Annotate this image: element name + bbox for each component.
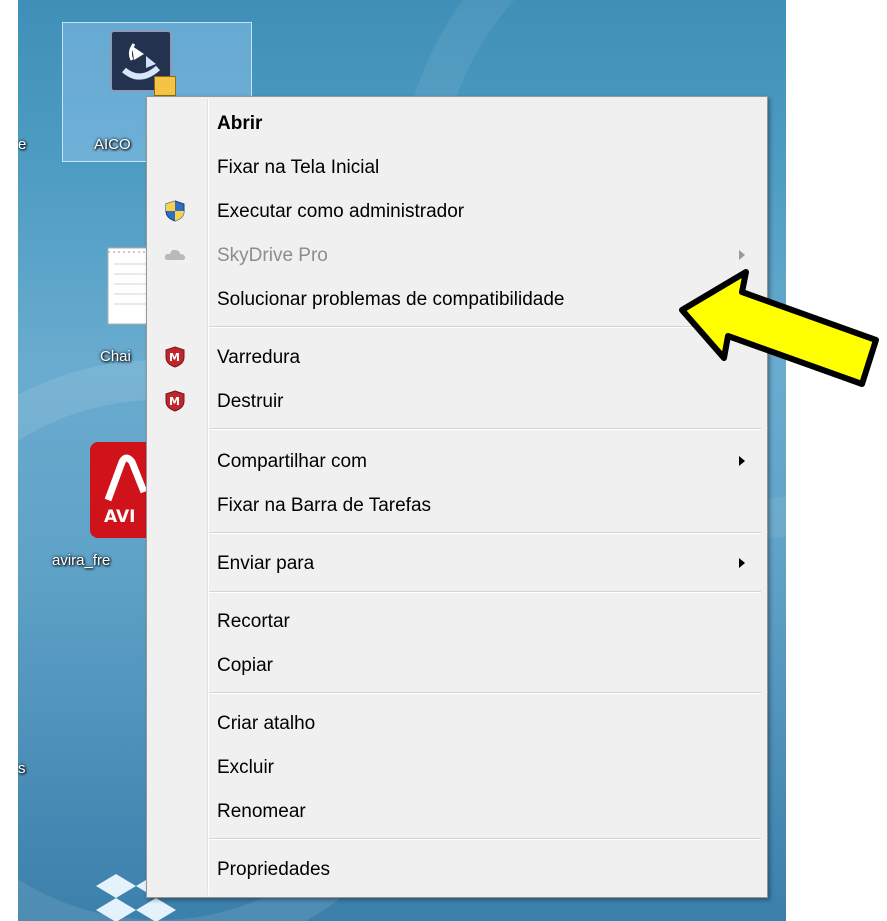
shortcut-overlay-icon [154,76,176,96]
menu-item-destruir[interactable]: M Destruir [147,383,767,419]
menu-item-abrir[interactable]: Abrir [147,105,767,141]
menu-item-label: Solucionar problemas de compatibilidade [217,289,565,310]
menu-item-label: Destruir [217,391,284,412]
menu-separator [209,591,761,593]
mcafee-shield-icon: M [165,390,185,412]
menu-item-fixar-tela-inicial[interactable]: Fixar na Tela Inicial [147,149,767,185]
context-menu: Abrir Fixar na Tela Inicial Executar com… [146,96,768,898]
menu-item-excluir[interactable]: Excluir [147,749,767,785]
menu-item-label: Copiar [217,655,273,676]
desktop-edge-label: e [18,136,27,153]
menu-item-solucionar-problemas[interactable]: Solucionar problemas de compatibilidade [147,281,767,317]
submenu-arrow-icon [739,558,745,568]
svg-text:AVI: AVI [104,507,136,527]
menu-item-label: Renomear [217,801,306,822]
menu-separator [209,532,761,534]
skydrive-cloud-icon [164,249,185,260]
submenu-arrow-icon [739,456,745,466]
menu-item-compartilhar-com[interactable]: Compartilhar com [147,443,767,479]
desktop-icon-label: AICO [94,136,131,153]
svg-text:M: M [169,351,180,364]
menu-item-skydrive-pro[interactable]: SkyDrive Pro [147,237,767,273]
menu-item-label: Criar atalho [217,713,316,734]
menu-separator [209,692,761,694]
menu-item-copiar[interactable]: Copiar [147,647,767,683]
svg-text:M: M [169,395,180,408]
uac-shield-icon [165,200,185,222]
yellow-arrow-icon [679,269,879,387]
mcafee-shield-icon: M [165,346,185,368]
menu-item-criar-atalho[interactable]: Criar atalho [147,705,767,741]
menu-item-renomear[interactable]: Renomear [147,793,767,829]
desktop-icon-label: avira_fre [52,552,111,569]
menu-item-fixar-barra-tarefas[interactable]: Fixar na Barra de Tarefas [147,487,767,523]
desktop-edge-label: s [18,760,26,777]
submenu-arrow-icon [739,250,745,260]
menu-item-label: Fixar na Tela Inicial [217,157,380,178]
menu-separator [209,838,761,840]
menu-item-label: SkyDrive Pro [217,245,328,266]
menu-item-label: Recortar [217,611,290,632]
menu-item-label: Varredura [217,347,301,368]
menu-item-label: Fixar na Barra de Tarefas [217,495,432,516]
menu-item-label: Excluir [217,757,275,778]
menu-item-propriedades[interactable]: Propriedades [147,851,767,887]
menu-item-label: Enviar para [217,553,315,574]
desktop-icon-label: Chai [100,348,131,365]
menu-item-label: Propriedades [217,859,331,880]
menu-item-varredura[interactable]: M Varredura [147,339,767,375]
menu-item-enviar-para[interactable]: Enviar para [147,545,767,581]
menu-item-label: Compartilhar com [217,451,367,472]
menu-item-label: Abrir [217,113,263,134]
menu-item-executar-como-administrador[interactable]: Executar como administrador [147,193,767,229]
menu-item-label: Executar como administrador [217,201,465,222]
menu-item-recortar[interactable]: Recortar [147,603,767,639]
menu-separator [209,428,761,430]
